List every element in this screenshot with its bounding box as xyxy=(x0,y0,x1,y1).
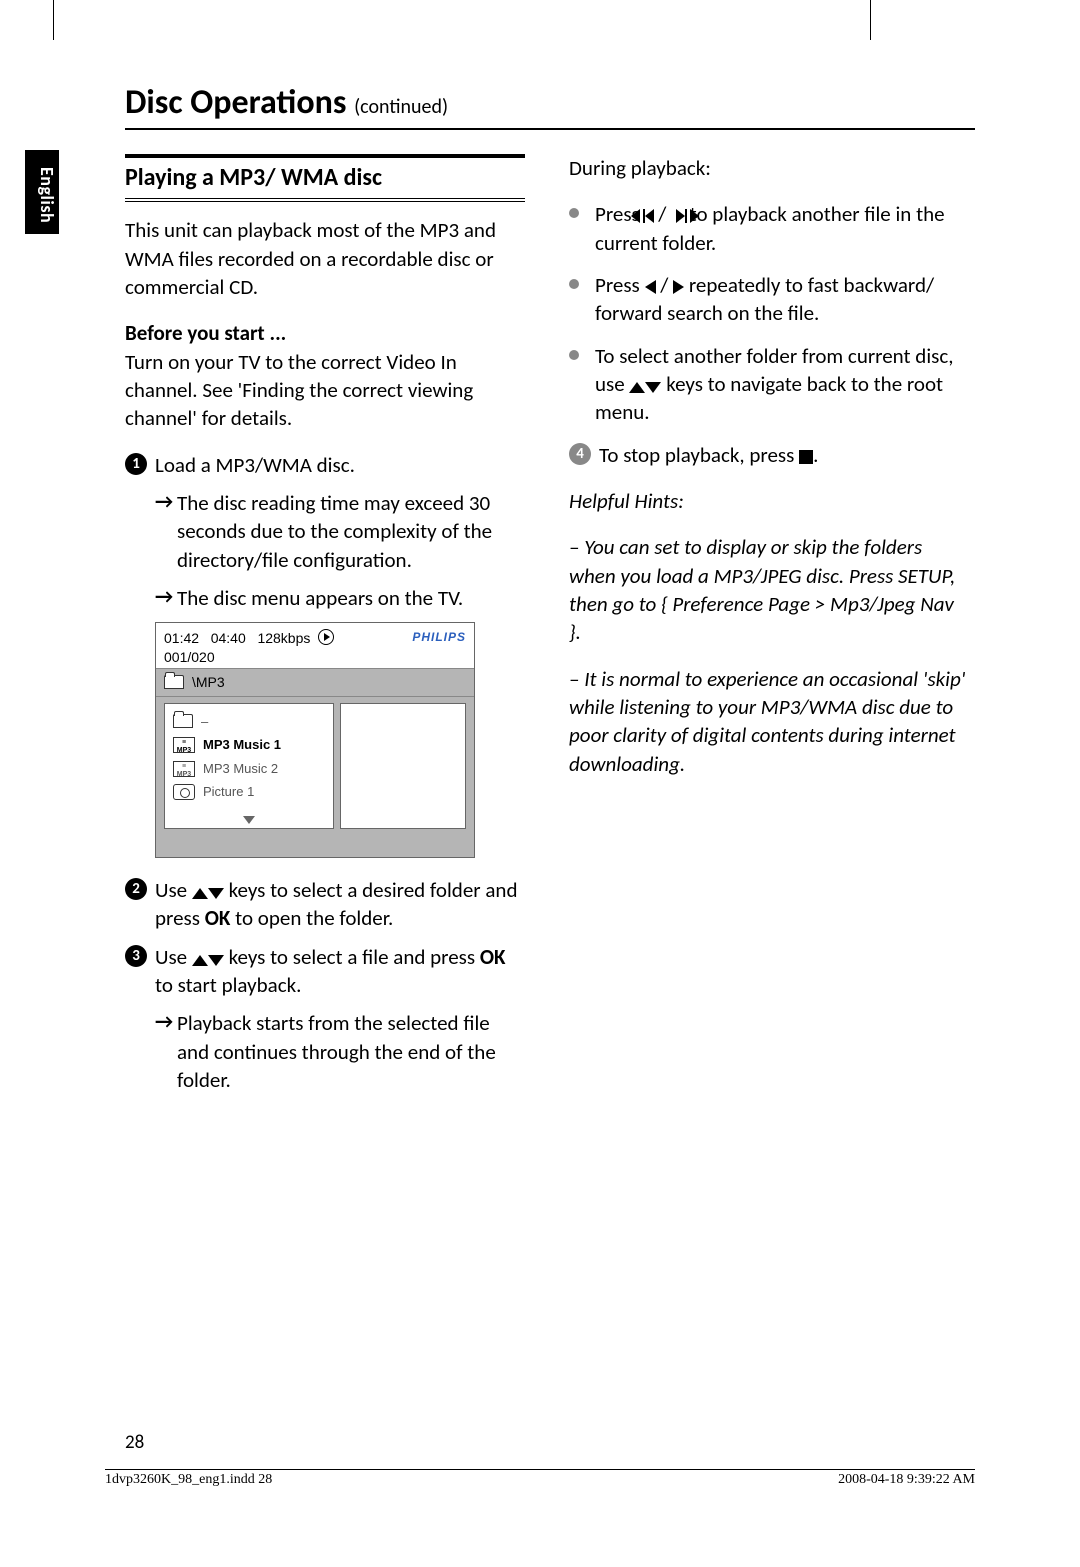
step-4: 4 To stop playback, press . xyxy=(569,441,969,469)
rewind-icon xyxy=(645,280,656,294)
crop-marks xyxy=(0,0,1080,60)
menu-track-counter: 001/020 xyxy=(164,649,215,665)
footer-file-info: 1dvp3260K_98_eng1.indd 28 xyxy=(105,1471,272,1490)
list-item: Picture 1 xyxy=(173,780,325,804)
step-2: 2 Use keys to select a desired folder an… xyxy=(125,876,525,933)
during-playback-heading: During playback: xyxy=(569,154,969,182)
bullet-1: Press / to playback another file in the … xyxy=(569,200,969,257)
step-1-text: Load a MP3/WMA disc. xyxy=(155,452,355,478)
menu-top-bar: 01:42 04:40 128kbps 001/020 PHILIPS xyxy=(156,623,474,668)
menu-time-elapsed: 01:42 xyxy=(164,630,199,646)
menu-path-text: \MP3 xyxy=(192,673,225,692)
page: English Disc Operations (continued) Play… xyxy=(55,60,1025,1500)
page-number: 28 xyxy=(125,1430,144,1456)
step-1: 1 Load a MP3/WMA disc. xyxy=(125,451,525,479)
ok-key: OK xyxy=(205,905,231,931)
folder-icon xyxy=(164,675,184,689)
list-item-label: Picture 1 xyxy=(203,783,254,801)
step-2-badge: 2 xyxy=(125,878,147,900)
fast-forward-icon xyxy=(673,280,684,294)
list-item: ≡MP3 MP3 Music 2 xyxy=(173,757,325,781)
mp3-file-icon: ≡MP3 xyxy=(173,737,195,753)
language-tab: English xyxy=(25,150,59,234)
footer-timestamp: 2008-04-18 9:39:22 AM xyxy=(838,1471,975,1490)
column-left: Playing a MP3/ WMA disc This unit can pl… xyxy=(125,154,525,1104)
step-1-note-a: The disc reading time may exceed 30 seco… xyxy=(125,489,525,574)
step-1-badge: 1 xyxy=(125,453,147,475)
step-4-text-a: To stop playback, press xyxy=(599,442,799,468)
hints-heading: Helpful Hints: xyxy=(569,487,969,515)
ok-key: OK xyxy=(480,944,506,970)
menu-preview-pane xyxy=(340,703,466,829)
before-heading: Before you start ... xyxy=(125,320,286,346)
step-3-badge: 3 xyxy=(125,945,147,967)
bullet-3-b: keys to navigate back to the root menu. xyxy=(595,371,943,425)
menu-body: – ≡MP3 MP3 Music 1 ≡MP3 MP3 Music 2 Pictur… xyxy=(156,697,474,857)
up-key-icon xyxy=(192,955,208,966)
list-item-label: MP3 Music 2 xyxy=(203,760,278,778)
step-3-text-c: to start playback. xyxy=(155,972,301,998)
step-1-note-b: The disc menu appears on the TV. xyxy=(125,584,525,612)
step-3-note: Playback starts from the selected file a… xyxy=(125,1009,525,1094)
bullet-3: To select another folder from current di… xyxy=(569,342,969,427)
menu-time-total: 04:40 xyxy=(211,630,246,646)
menu-path-bar: \MP3 xyxy=(156,669,474,697)
menu-file-list: – ≡MP3 MP3 Music 1 ≡MP3 MP3 Music 2 Pictur… xyxy=(164,703,334,829)
up-key-icon xyxy=(629,382,645,393)
picture-file-icon xyxy=(173,784,195,800)
intro-text: This unit can playback most of the MP3 a… xyxy=(125,216,525,301)
menu-bitrate: 128kbps xyxy=(257,630,310,646)
bullet-2-a: Press xyxy=(595,272,645,298)
step-2-text-c: to open the folder. xyxy=(235,905,393,931)
play-indicator-icon xyxy=(318,629,334,645)
title-continued: (continued) xyxy=(354,95,448,119)
step-3-text-b: keys to select a file and press xyxy=(229,944,480,970)
hint-1: – You can set to display or skip the fol… xyxy=(569,533,969,646)
before-block: Before you start ... Turn on your TV to … xyxy=(125,319,525,432)
step-3-text-a: Use xyxy=(155,944,192,970)
column-right: During playback: Press / to playback ano… xyxy=(569,154,969,1104)
disc-menu-preview: 01:42 04:40 128kbps 001/020 PHILIPS \MP3… xyxy=(155,622,475,857)
step-3: 3 Use keys to select a file and press OK… xyxy=(125,943,525,1000)
list-item: – xyxy=(173,710,325,734)
down-key-icon xyxy=(645,382,661,393)
bullet-2: Press / repeatedly to fast backward/ for… xyxy=(569,271,969,328)
section-heading: Playing a MP3/ WMA disc xyxy=(125,154,525,202)
before-text: Turn on your TV to the correct Video In … xyxy=(125,349,473,432)
hint-2: – It is normal to experience an occasion… xyxy=(569,665,969,778)
title-main: Disc Operations xyxy=(125,82,354,123)
mp3-file-icon: ≡MP3 xyxy=(173,761,195,777)
down-key-icon xyxy=(208,955,224,966)
step-4-text-b: . xyxy=(813,442,818,468)
skip-next-icon xyxy=(676,209,685,223)
step-2-text-a: Use xyxy=(155,877,192,903)
list-item-label: MP3 Music 1 xyxy=(203,736,281,754)
brand-logo: PHILIPS xyxy=(412,629,466,645)
list-item-label: – xyxy=(201,713,208,731)
down-key-icon xyxy=(208,888,224,899)
page-title: Disc Operations (continued) xyxy=(125,80,975,130)
skip-previous-icon xyxy=(645,209,654,223)
stop-icon xyxy=(799,450,813,464)
scroll-down-icon xyxy=(243,816,255,824)
folder-icon xyxy=(173,714,193,728)
list-item: ≡MP3 MP3 Music 1 xyxy=(173,733,325,757)
up-key-icon xyxy=(192,888,208,899)
footer-rule xyxy=(105,1469,975,1470)
step-4-badge: 4 xyxy=(569,443,591,465)
